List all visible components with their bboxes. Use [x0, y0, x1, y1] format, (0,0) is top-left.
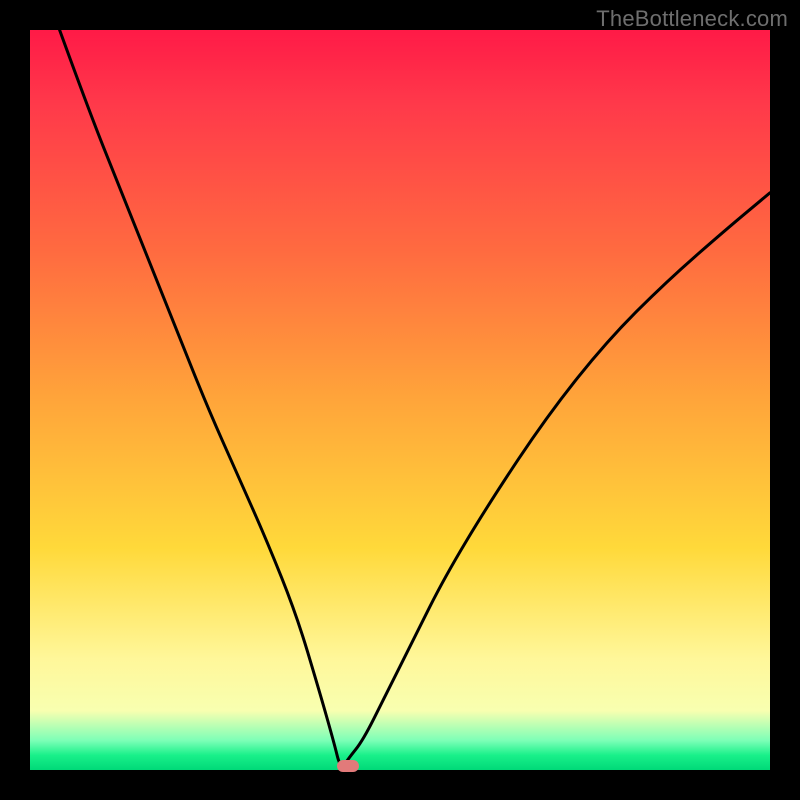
plot-area — [30, 30, 770, 770]
minimum-marker — [337, 760, 359, 772]
bottleneck-curve — [30, 30, 770, 770]
chart-frame: TheBottleneck.com — [0, 0, 800, 800]
watermark-text: TheBottleneck.com — [596, 6, 788, 32]
